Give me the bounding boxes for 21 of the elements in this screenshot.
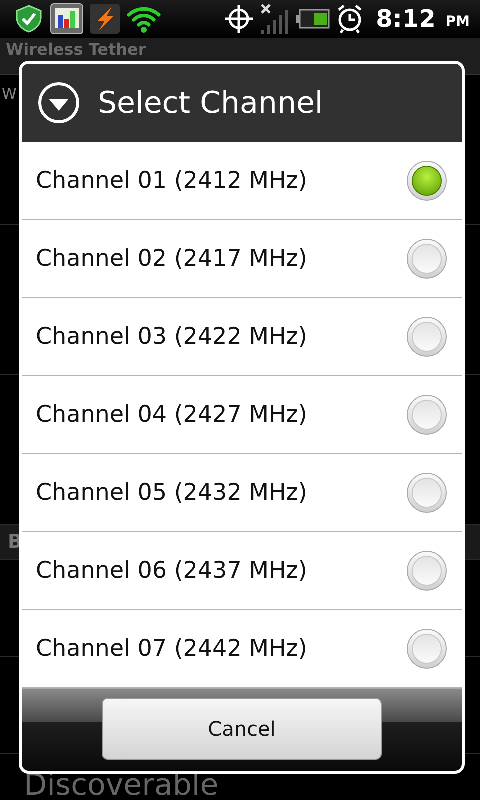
app-title: Wireless Tether [6,41,146,59]
clock-time: 8:12 [376,5,436,33]
radio-button[interactable] [407,160,447,200]
radio-button[interactable] [407,316,447,356]
radio-button[interactable] [407,394,447,434]
dialog-title: Select Channel [98,86,324,120]
bar-chart-icon [50,3,84,35]
battery-icon [296,9,330,29]
setting-title: W [2,85,17,103]
crosshair-icon [224,3,254,35]
lightning-icon [90,4,120,34]
radio-button[interactable] [407,628,447,668]
shield-check-icon [14,4,44,34]
clock-meridiem: PM [446,14,470,30]
radio-button[interactable] [407,472,447,512]
radio-button[interactable] [407,238,447,278]
alarm-clock-icon [336,4,364,34]
no-signal-icon [260,3,290,35]
cancel-button[interactable]: Cancel [102,698,382,760]
setting-title: Discoverable [24,768,219,800]
radio-button[interactable] [407,550,447,590]
